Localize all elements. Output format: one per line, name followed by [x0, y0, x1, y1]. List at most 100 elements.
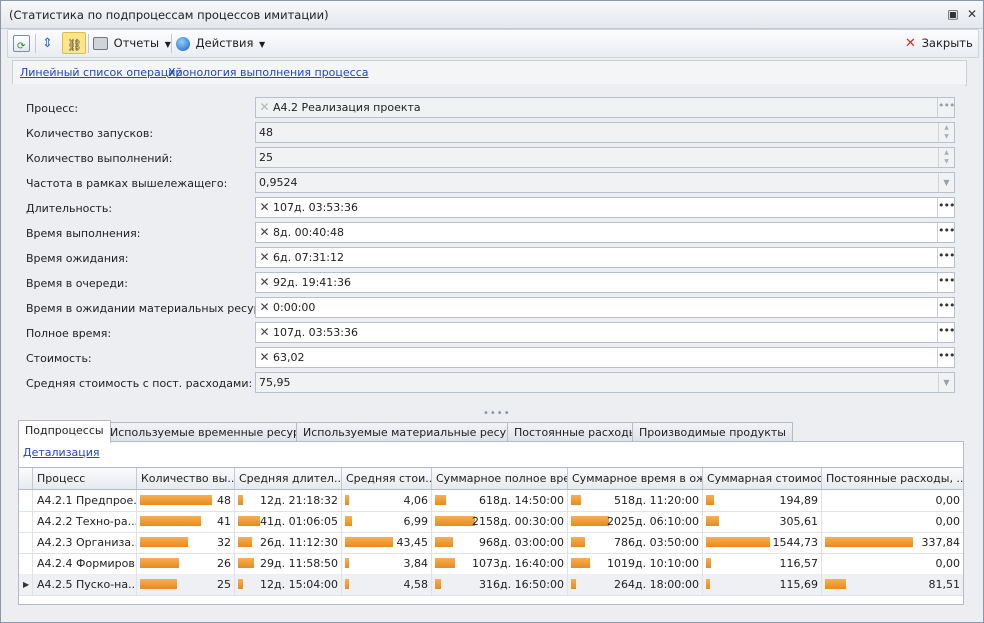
table-row[interactable]: А4.2.1 Предпрое... 48 12д. 21:18:32 4,06 618… [19, 490, 963, 512]
data-bar [825, 537, 913, 547]
table-row[interactable]: А4.2.4 Формиров... 26 29д. 11:58:50 3,84 107… [19, 553, 963, 575]
linear-list-link[interactable]: Линейный список операций [20, 66, 183, 79]
clear-icon[interactable]: ✕ [258, 350, 271, 364]
avg-cost-label: Средняя стоимость с пост. расходами: [26, 377, 253, 390]
tab-material-resources[interactable]: Используемые материальные ресурсы [296, 422, 535, 442]
cell-value: 41д. 01:06:05 [260, 515, 338, 528]
full-time-label: Полное время: [26, 327, 112, 340]
cell-total-cost: 305,61 [703, 511, 822, 532]
ellipsis-button[interactable]: ••• [937, 198, 955, 217]
cell-value: 264д. 18:00:00 [614, 578, 699, 591]
clear-icon: ✕ [259, 100, 270, 114]
cell-value: 1019д. 10:10:00 [607, 557, 699, 570]
cell-process: А4.2.4 Формиров... [33, 553, 137, 574]
data-bar [571, 579, 576, 589]
ellipsis-button[interactable]: ••• [937, 248, 955, 267]
close-icon[interactable]: ✕ [965, 7, 979, 21]
row-indicator [19, 532, 33, 553]
row-indicator [19, 490, 33, 511]
cell-value: 29д. 11:58:50 [260, 557, 338, 570]
spin-icon[interactable]: ▲ ▼ [938, 123, 954, 142]
close-x-icon: ✕ [905, 36, 916, 51]
cell-value: 1544,73 [772, 536, 819, 549]
pin-icon[interactable]: ▣ [946, 7, 960, 21]
cell-avg-cost: 4,58 [342, 574, 432, 595]
wait-time-field[interactable]: ✕ 6д. 07:31:12 ••• [255, 247, 955, 268]
cell-total-cost: 115,69 [703, 574, 822, 595]
frequency-field[interactable]: 0,9524 ▼ [255, 172, 955, 193]
clear-icon[interactable]: ✕ [258, 325, 271, 339]
header-process[interactable]: Процесс [33, 468, 137, 489]
header-avg-duration[interactable]: Средняя длител... [235, 468, 342, 489]
data-bar [706, 537, 770, 547]
cell-total-time: 968д. 03:00:00 [432, 532, 568, 553]
current-row-arrow-icon: ▶ [23, 580, 30, 589]
cell-avg-cost: 6,99 [342, 511, 432, 532]
cost-field[interactable]: ✕ 63,02 ••• [255, 347, 955, 368]
runs-field[interactable]: 48 ▲ ▼ [255, 122, 955, 143]
spin-icon[interactable]: ▲ ▼ [938, 148, 954, 167]
tab-subprocesses[interactable]: Подпроцессы [18, 420, 111, 443]
chevron-down-icon[interactable]: ▼ [938, 173, 954, 192]
table-row[interactable]: А4.2.3 Организа... 32 26д. 11:12:30 43,45 96… [19, 532, 963, 554]
clear-icon[interactable]: ✕ [258, 250, 271, 264]
expand-icon: ⇕ [42, 36, 53, 51]
tab-fixed-costs[interactable]: Постоянные расходы [507, 422, 645, 442]
exec-time-field[interactable]: ✕ 8д. 00:40:48 ••• [255, 222, 955, 243]
chevron-down-icon[interactable]: ▼ [938, 373, 954, 392]
ellipsis-button[interactable]: ••• [937, 323, 955, 342]
wait-time-label: Время ожидания: [26, 252, 129, 265]
ellipsis-button[interactable]: ••• [937, 273, 955, 292]
duration-field[interactable]: ✕ 107д. 03:53:36 ••• [255, 197, 955, 218]
cell-value: 12д. 21:18:32 [260, 494, 338, 507]
refresh-button[interactable]: ⟳ [13, 33, 30, 53]
cell-wait-total: 518д. 11:20:00 [568, 490, 703, 511]
grid-header: Процесс Количество вы... Средняя длител.… [19, 468, 963, 490]
ellipsis-button[interactable]: ••• [937, 348, 955, 367]
chronology-link[interactable]: Хронология выполнения процесса [168, 66, 369, 79]
ellipsis-button[interactable]: ••• [937, 298, 955, 317]
queue-time-label: Время в очереди: [26, 277, 128, 290]
table-row[interactable]: ▶ А4.2.5 Пуско-на... 25 12д. 15:04:00 4,58 31… [19, 574, 963, 596]
ellipsis-button[interactable]: ••• [937, 98, 955, 117]
reports-menu[interactable]: Отчеты ▼ [93, 33, 171, 53]
cell-avg-dur: 12д. 21:18:32 [235, 490, 342, 511]
cell-total-cost: 1544,73 [703, 532, 822, 553]
header-fixed-costs[interactable]: Постоянные расходы, ... [822, 468, 963, 489]
detail-link[interactable]: Детализация [23, 446, 100, 459]
clear-icon[interactable]: ✕ [258, 300, 271, 314]
table-row[interactable]: А4.2.2 Техно-ра... 41 41д. 01:06:05 6,99 215… [19, 511, 963, 533]
data-bar [435, 558, 455, 568]
cell-total-cost: 194,89 [703, 490, 822, 511]
process-field[interactable]: ✕ А4.2 Реализация проекта ••• [255, 97, 955, 118]
header-wait-total[interactable]: Суммарное время в ож... [568, 468, 703, 489]
header-total-time[interactable]: Суммарное полное время [432, 468, 568, 489]
clear-icon[interactable]: ✕ [258, 225, 271, 239]
ellipsis-button[interactable]: ••• [937, 223, 955, 242]
cell-count: 41 [137, 511, 235, 532]
executions-field[interactable]: 25 ▲ ▼ [255, 147, 955, 168]
clear-icon[interactable]: ✕ [258, 275, 271, 289]
cell-count: 32 [137, 532, 235, 553]
cell-fixed: 81,51 [822, 574, 963, 595]
full-time-field[interactable]: ✕ 107д. 03:53:36 ••• [255, 322, 955, 343]
splitter-grip[interactable]: •••• [483, 408, 511, 419]
clear-icon[interactable]: ✕ [258, 200, 271, 214]
material-wait-field[interactable]: ✕ 0:00:00 ••• [255, 297, 955, 318]
header-avg-cost[interactable]: Средняя стои... [342, 468, 432, 489]
close-button[interactable]: ✕ Закрыть [905, 33, 973, 53]
data-bar [238, 537, 252, 547]
tab-time-resources[interactable]: Используемые временные ресурсы [103, 422, 322, 442]
data-bar [238, 516, 260, 526]
cell-wait-total: 786д. 03:50:00 [568, 532, 703, 553]
cell-value: 4,06 [403, 494, 429, 507]
tab-products[interactable]: Производимые продукты [632, 422, 793, 442]
avg-cost-field[interactable]: 75,95 ▼ [255, 372, 955, 393]
queue-time-field[interactable]: ✕ 92д. 19:41:36 ••• [255, 272, 955, 293]
queue-time-value: 92д. 19:41:36 [273, 276, 351, 289]
header-total-cost[interactable]: Суммарная стоимость [703, 468, 822, 489]
actions-menu[interactable]: Действия ▼ [176, 33, 265, 53]
header-count[interactable]: Количество вы... [137, 468, 235, 489]
link-toggle-button[interactable]: ⛓ [62, 32, 86, 54]
expand-button[interactable]: ⇕ [39, 33, 54, 53]
